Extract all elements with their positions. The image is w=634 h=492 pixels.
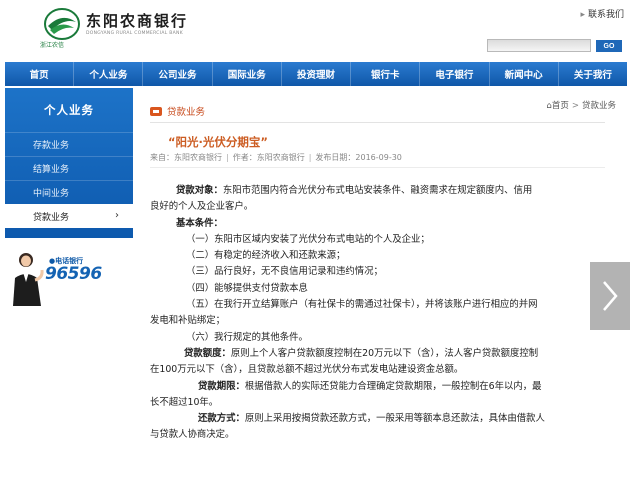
- nav-item-news[interactable]: 新闻中心: [490, 62, 559, 86]
- condition-item: （一）东阳市区域内安装了光伏分布式电站的个人及企业；: [186, 233, 430, 245]
- nav-item-bank-card[interactable]: 银行卡: [351, 62, 421, 86]
- chevron-right-icon: [603, 281, 618, 311]
- sidebar-item-loan[interactable]: 贷款业务 ›: [5, 204, 133, 228]
- article-meta: 来自：东阳农商银行 | 作者：东阳农商银行 | 发布日期：2016-09-30: [150, 153, 402, 162]
- bank-name-en: DONGYANG RURAL COMMERCIAL BANK: [86, 31, 183, 36]
- nav-item-international[interactable]: 国际业务: [213, 62, 282, 86]
- bullet-icon: ▸: [580, 10, 585, 20]
- nav-item-e-banking[interactable]: 电子银行: [420, 62, 490, 86]
- divider: [150, 122, 605, 123]
- nav-item-home[interactable]: 首页: [5, 62, 75, 86]
- paragraph-line: 贷款对象：东阳市范围内符合光伏分布式电站安装条件、融资需求在规定额度内、信用: [176, 185, 533, 196]
- bank-logo-icon[interactable]: [42, 6, 82, 42]
- condition-item: （六）我行规定的其他条件。: [186, 331, 308, 343]
- nav-item-about[interactable]: 关于我行: [559, 62, 627, 86]
- article-body: 贷款对象：东阳市范围内符合光伏分布式电站安装条件、融资需求在规定额度内、信用 良…: [150, 183, 594, 444]
- article-title: “阳光·光伏分期宝”: [168, 135, 268, 149]
- nav-item-corporate[interactable]: 公司业务: [143, 62, 213, 86]
- nav-item-investment[interactable]: 投资理财: [282, 62, 352, 86]
- meta-source: 来自：东阳农商银行: [150, 153, 222, 162]
- section-label: 贷款业务: [167, 107, 206, 118]
- paragraph-line: 贷款额度：原则上个人客户贷款额度控制在20万元以下（含），法人客户贷款额度控制: [184, 347, 539, 359]
- sidebar: 个人业务 存款业务 结算业务 中间业务 贷款业务 ›: [5, 88, 133, 238]
- sidebar-item-deposit[interactable]: 存款业务: [5, 132, 133, 156]
- nav-item-personal[interactable]: 个人业务: [74, 62, 144, 86]
- paragraph-line: 与贷款人协商决定。: [150, 429, 235, 441]
- contact-us-link[interactable]: ▸ 联系我们: [580, 7, 624, 20]
- sidebar-item-intermediary[interactable]: 中间业务: [5, 180, 133, 204]
- meta-author: 作者：东阳农商银行: [232, 153, 305, 162]
- condition-item: （三）品行良好，无不良信用记录和违约情况；: [186, 266, 383, 278]
- search-go-button[interactable]: GO: [596, 40, 622, 52]
- breadcrumb-current[interactable]: 贷款业务: [582, 101, 616, 111]
- logo-caption: 浙江农信: [40, 42, 65, 49]
- condition-item: （四）能够提供支付贷款本息: [186, 282, 308, 294]
- condition-item: （五）在我行开立结算账户（有社保卡的需通过社保卡），并将该账户进行相应的并网: [186, 299, 538, 311]
- phone-banking-banner[interactable]: ●电话银行 96596: [5, 238, 133, 308]
- sidebar-item-label: 贷款业务: [33, 213, 70, 223]
- main-nav: 首页 个人业务 公司业务 国际业务 投资理财 银行卡 电子银行 新闻中心 关于我…: [5, 62, 627, 86]
- sidebar-title: 个人业务: [44, 103, 94, 117]
- phone-banking-number: 96596: [45, 264, 102, 284]
- customer-service-person-icon: [13, 253, 44, 306]
- chevron-right-icon: ›: [115, 210, 119, 221]
- paragraph-line: 长不超过10年。: [150, 396, 219, 408]
- meta-date: 发布日期：2016-09-30: [315, 153, 402, 162]
- section-heading: 贷款业务: [150, 104, 205, 118]
- paragraph-line: 基本条件：: [176, 217, 223, 229]
- paragraph-line: 还款方式：原则上采用按揭贷款还款方式，一般采用等额本息还款法，具体由借款人: [198, 413, 545, 425]
- bank-name: 东阳农商银行: [86, 12, 189, 30]
- next-page-button[interactable]: [590, 262, 630, 330]
- site-header: 浙江农信 东阳农商银行 DONGYANG RURAL COMMERCIAL BA…: [0, 0, 634, 62]
- condition-item: （二）有稳定的经济收入和还款来源；: [186, 250, 346, 262]
- section-tag-icon: [150, 106, 162, 116]
- paragraph-line: 良好的个人及企业客户。: [150, 201, 254, 213]
- paragraph-line: 在100万元以下（含），且贷款总额不超过光伏分布式发电站建设资金总额。: [150, 364, 464, 376]
- breadcrumb: ⌂首页 > 贷款业务: [546, 101, 616, 111]
- condition-item-cont: 发电和补贴绑定；: [150, 315, 226, 327]
- breadcrumb-home[interactable]: 首页: [552, 101, 569, 111]
- paragraph-line: 贷款期限：根据借款人的实际还贷能力合理确定贷款期限，一般控制在6年以内，最: [198, 380, 542, 392]
- search-input[interactable]: [487, 39, 591, 52]
- sidebar-item-settlement[interactable]: 结算业务: [5, 156, 133, 180]
- divider: [150, 167, 605, 168]
